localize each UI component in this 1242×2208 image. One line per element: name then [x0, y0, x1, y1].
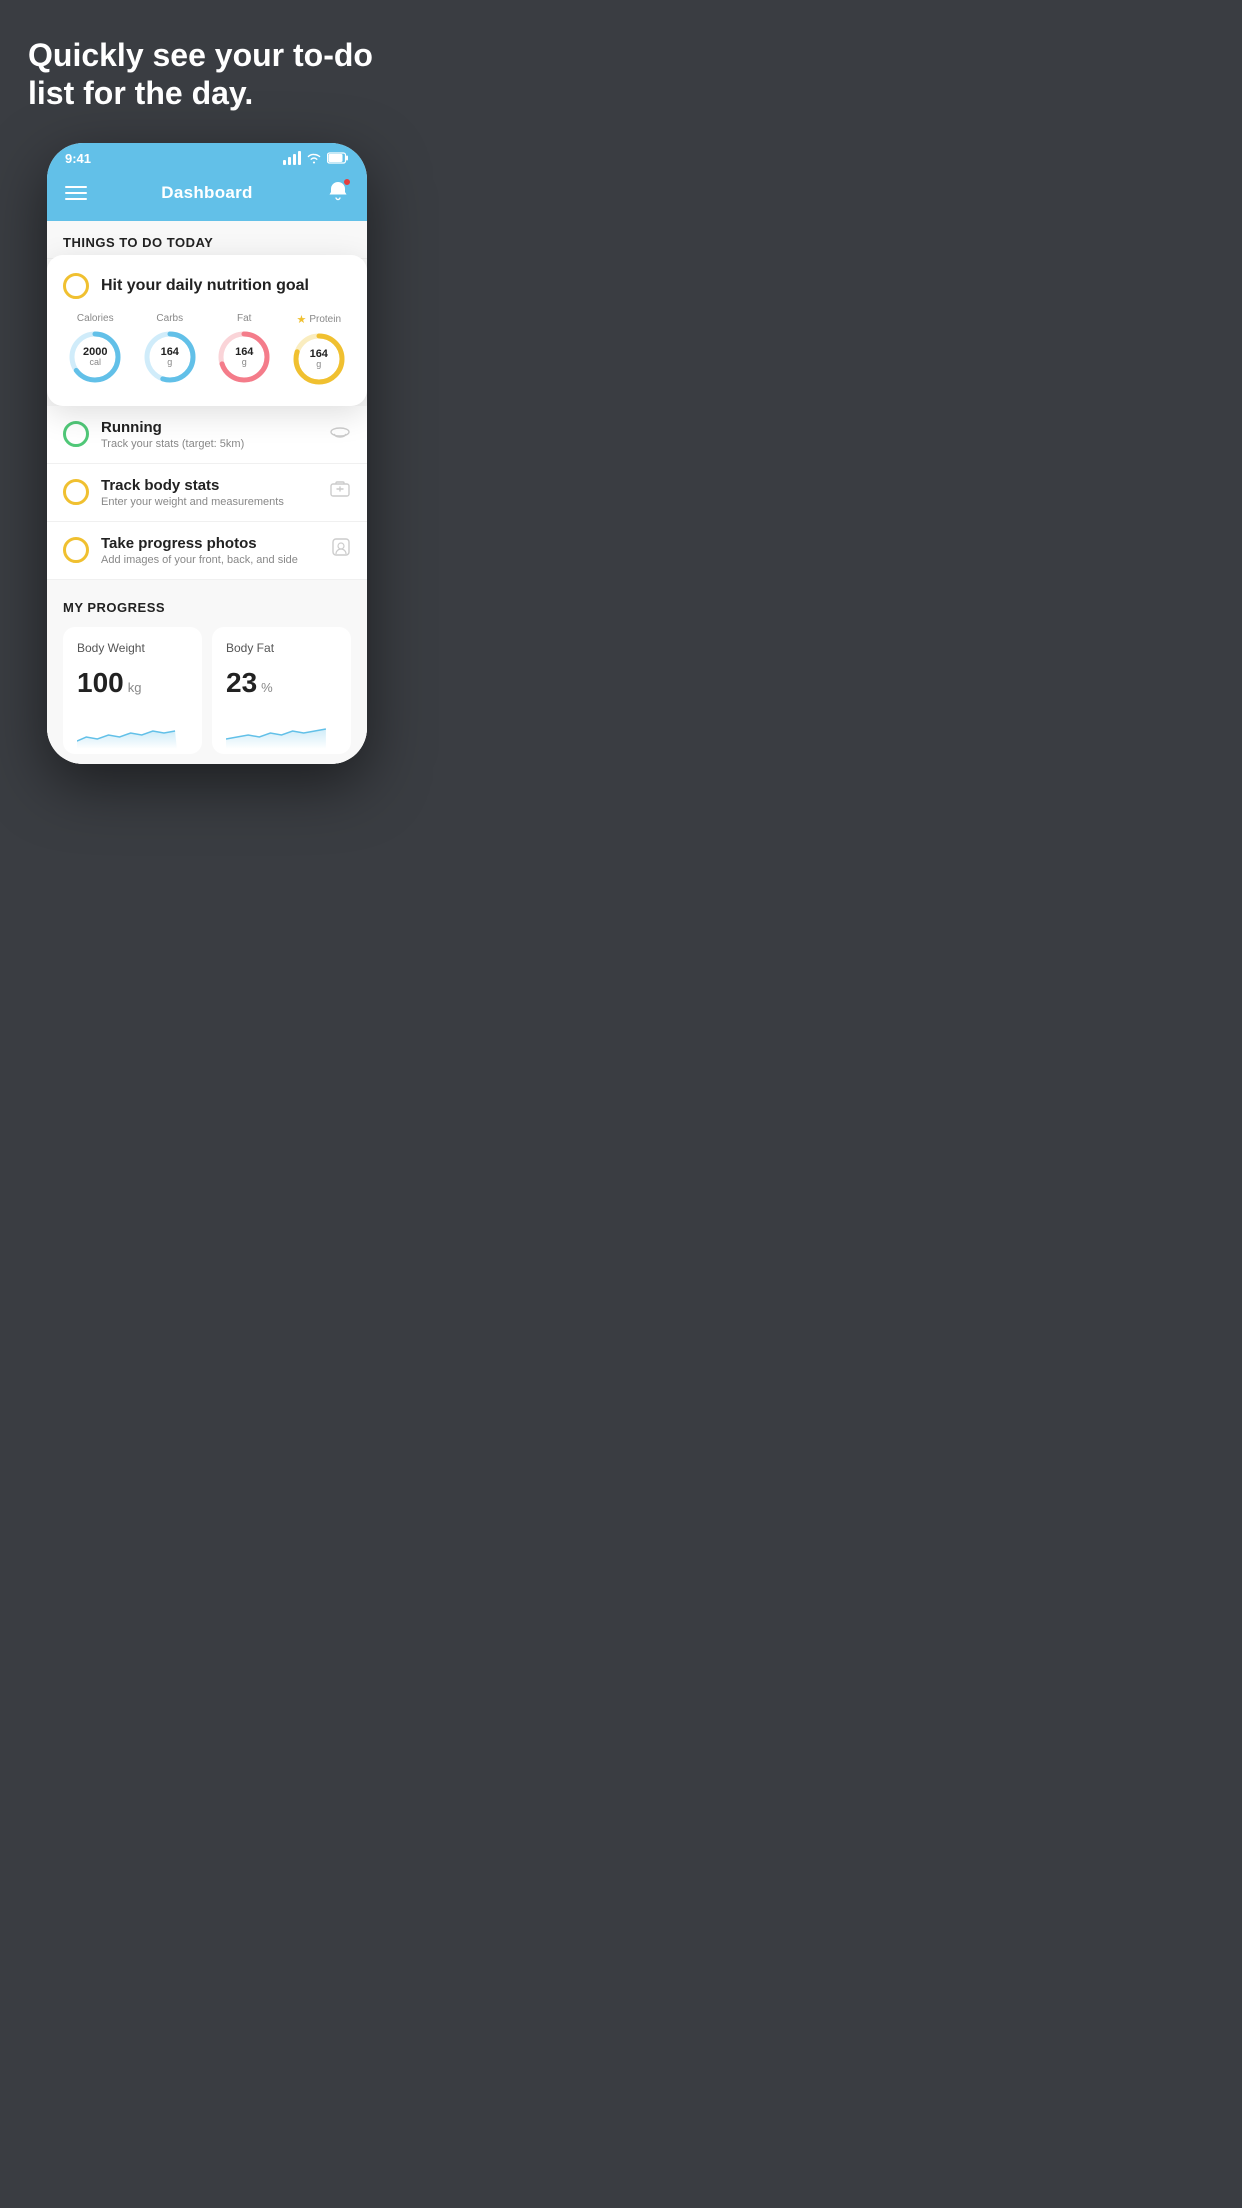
wifi-icon [306, 152, 322, 164]
nutrition-circles: Calories 2000 cal Carbs 164 g Fat [63, 313, 351, 388]
hero-title: Quickly see your to-do list for the day. [28, 36, 386, 113]
donut-unit: g [235, 358, 253, 368]
sparkline-chart [226, 713, 337, 749]
donut-wrap: 164 g [215, 328, 273, 386]
todo-check-ring[interactable] [63, 479, 89, 505]
nutrition-circle-protein: ★Protein 164 g [290, 313, 348, 388]
progress-val-row: 23 % [226, 667, 337, 699]
nutrition-card: Hit your daily nutrition goal Calories 2… [47, 255, 367, 406]
donut-wrap: 164 g [290, 330, 348, 388]
todo-list-item[interactable]: Take progress photos Add images of your … [47, 522, 367, 580]
progress-value: 100 [77, 667, 124, 699]
donut-center: 164 g [310, 348, 328, 370]
nav-title: Dashboard [161, 183, 253, 203]
todo-item-icon [331, 537, 351, 563]
today-section-header: THINGS TO DO TODAY [47, 221, 367, 259]
todo-item-title: Track body stats [101, 477, 317, 494]
todo-list: Running Track your stats (target: 5km) T… [47, 406, 367, 580]
donut-unit: cal [83, 358, 107, 368]
circle-label-protein: ★Protein [296, 313, 341, 326]
progress-unit: % [261, 680, 273, 695]
progress-section: MY PROGRESS Body Weight 100 kg Body Fat … [47, 580, 367, 764]
progress-val-row: 100 kg [77, 667, 188, 699]
todo-list-item[interactable]: Running Track your stats (target: 5km) [47, 406, 367, 464]
donut-center: 2000 cal [83, 346, 107, 368]
todo-item-subtitle: Add images of your front, back, and side [101, 554, 319, 566]
progress-heading: MY PROGRESS [63, 600, 351, 615]
donut-center: 164 g [235, 346, 253, 368]
nutrition-card-title: Hit your daily nutrition goal [101, 277, 309, 295]
nutrition-card-header: Hit your daily nutrition goal [63, 273, 351, 299]
progress-card-title: Body Fat [226, 641, 337, 655]
sparkline-chart [77, 713, 188, 749]
nutrition-circle-fat: Fat 164 g [215, 313, 273, 388]
progress-cards: Body Weight 100 kg Body Fat 23 % [63, 627, 351, 754]
status-icons [283, 151, 349, 165]
progress-value: 23 [226, 667, 257, 699]
nutrition-circle-carbs: Carbs 164 g [141, 313, 199, 388]
circle-label-calories: Calories [77, 313, 114, 324]
circle-label-fat: Fat [237, 313, 251, 324]
todo-item-subtitle: Track your stats (target: 5km) [101, 438, 317, 450]
todo-list-item[interactable]: Track body stats Enter your weight and m… [47, 464, 367, 522]
phone-screen: 9:41 [47, 143, 367, 764]
nav-bar: Dashboard [47, 170, 367, 221]
nutrition-check-ring[interactable] [63, 273, 89, 299]
hero-section: Quickly see your to-do list for the day. [0, 0, 414, 133]
todo-item-icon [329, 480, 351, 504]
todo-item-text: Take progress photos Add images of your … [101, 535, 319, 566]
donut-unit: g [310, 360, 328, 370]
progress-card-body-weight[interactable]: Body Weight 100 kg [63, 627, 202, 754]
circle-label-carbs: Carbs [156, 313, 183, 324]
todo-item-text: Track body stats Enter your weight and m… [101, 477, 317, 508]
phone-content: THINGS TO DO TODAY Hit your daily nutrit… [47, 221, 367, 764]
todo-item-text: Running Track your stats (target: 5km) [101, 419, 317, 450]
notification-dot [343, 178, 351, 186]
phone-mockup: 9:41 [47, 143, 367, 764]
donut-unit: g [161, 358, 179, 368]
progress-unit: kg [128, 680, 142, 695]
donut-center: 164 g [161, 346, 179, 368]
todo-item-title: Running [101, 419, 317, 436]
status-time: 9:41 [65, 151, 91, 166]
todo-item-title: Take progress photos [101, 535, 319, 552]
notification-bell[interactable] [327, 180, 349, 207]
todo-check-ring[interactable] [63, 421, 89, 447]
hamburger-menu[interactable] [65, 186, 87, 200]
todo-item-subtitle: Enter your weight and measurements [101, 496, 317, 508]
donut-wrap: 2000 cal [66, 328, 124, 386]
signal-icon [283, 151, 301, 165]
star-icon: ★ [296, 313, 306, 326]
todo-check-ring[interactable] [63, 537, 89, 563]
status-bar: 9:41 [47, 143, 367, 170]
battery-icon [327, 152, 349, 164]
progress-card-title: Body Weight [77, 641, 188, 655]
progress-card-body-fat[interactable]: Body Fat 23 % [212, 627, 351, 754]
nutrition-circle-calories: Calories 2000 cal [66, 313, 124, 388]
todo-item-icon [329, 423, 351, 446]
donut-wrap: 164 g [141, 328, 199, 386]
outer-background: Quickly see your to-do list for the day.… [0, 0, 414, 764]
